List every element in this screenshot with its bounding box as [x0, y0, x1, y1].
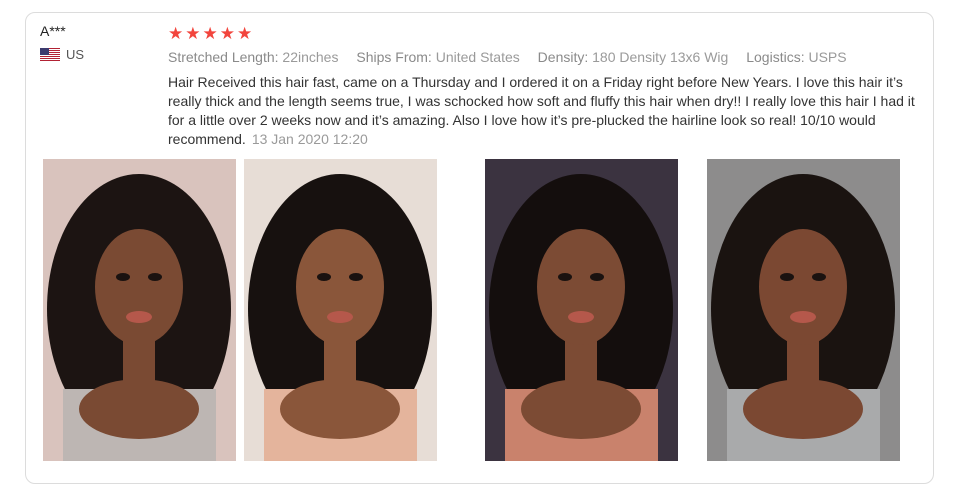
review-photo-2[interactable] — [244, 159, 437, 461]
us-flag-icon — [40, 48, 60, 61]
review-card: A*** US ★ ★ ★ ★ ★ Stretched Length: 22inches… — [25, 12, 934, 484]
meta-logistics: Logistics: USPS — [746, 49, 847, 65]
portrait-image — [707, 159, 900, 461]
reviewer-name: A*** — [40, 23, 66, 39]
portrait-image — [485, 159, 678, 461]
review-meta: Stretched Length: 22inches Ships From: U… — [168, 49, 861, 65]
review-photo-4[interactable] — [707, 159, 900, 461]
star-icon: ★ — [219, 24, 235, 43]
star-rating: ★ ★ ★ ★ ★ — [168, 25, 252, 42]
review-photo-1[interactable] — [43, 159, 236, 461]
star-icon: ★ — [202, 24, 218, 43]
star-icon: ★ — [185, 24, 201, 43]
star-icon: ★ — [168, 24, 184, 43]
review-date: 13 Jan 2020 12:20 — [251, 131, 368, 147]
meta-stretched-length: Stretched Length: 22inches — [168, 49, 339, 65]
portrait-image — [244, 159, 437, 461]
reviewer-info: A*** US — [40, 23, 84, 62]
review-photo-3[interactable] — [485, 159, 678, 461]
country-code: US — [66, 47, 85, 62]
reviewer-country: US — [40, 47, 84, 62]
star-icon: ★ — [237, 24, 253, 43]
meta-density: Density: 180 Density 13x6 Wig — [537, 49, 729, 65]
review-text: Hair Received this hair fast, came on a … — [168, 73, 918, 149]
meta-ships-from: Ships From: United States — [356, 49, 520, 65]
portrait-image — [43, 159, 236, 461]
